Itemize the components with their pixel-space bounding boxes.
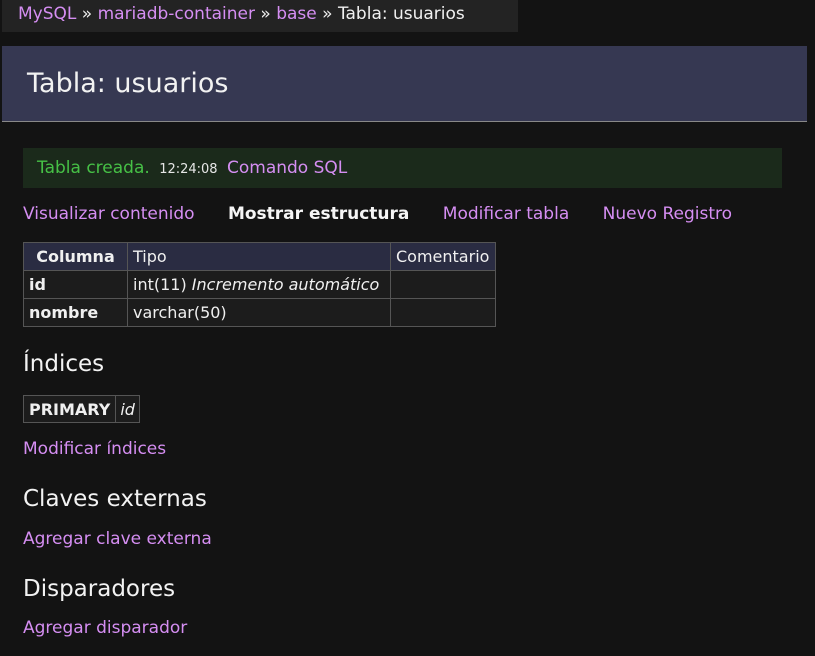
page-title: Tabla: usuarios — [27, 68, 229, 99]
breadcrumb-server-link[interactable]: mariadb-container — [98, 4, 255, 24]
add-foreign-key-link[interactable]: Agregar clave externa — [23, 529, 212, 549]
add-trigger-link[interactable]: Agregar disparador — [23, 618, 187, 638]
column-type: int(11) Incremento automático — [127, 270, 391, 299]
column-header-type: Tipo — [127, 242, 391, 271]
column-comment — [390, 298, 496, 327]
index-columns: id — [115, 395, 140, 423]
column-header-comment: Comentario — [390, 242, 496, 271]
status-message: Tabla creada. 12:24:08 Comando SQL — [23, 148, 782, 188]
column-name: id — [23, 270, 128, 299]
breadcrumb-database-link[interactable]: base — [276, 4, 317, 24]
column-extra: Incremento automático — [191, 275, 380, 294]
table-row: id int(11) Incremento automático — [23, 270, 496, 299]
breadcrumb: MySQL » mariadb-container » base » Tabla… — [2, 0, 518, 32]
triggers-heading: Disparadores — [23, 576, 176, 602]
alter-indexes-link[interactable]: Modificar índices — [23, 439, 166, 459]
table-row: nombre varchar(50) — [23, 298, 496, 327]
column-comment — [390, 270, 496, 299]
breadcrumb-separator: » — [81, 4, 93, 24]
alter-table-link[interactable]: Modificar tabla — [443, 204, 569, 224]
breadcrumb-current: Tabla: usuarios — [337, 4, 465, 24]
new-item-link[interactable]: Nuevo Registro — [603, 204, 732, 224]
table-menu: Visualizar contenido Mostrar estructura … — [23, 204, 760, 224]
breadcrumb-separator: » — [260, 4, 271, 24]
page-header: Tabla: usuarios — [2, 46, 807, 122]
column-type: varchar(50) — [127, 298, 391, 327]
column-name: nombre — [23, 298, 128, 327]
status-message-text: Tabla creada. — [37, 158, 150, 178]
column-type-value: varchar(50) — [133, 303, 227, 322]
column-type-value: int(11) — [133, 275, 187, 294]
show-structure-tab: Mostrar estructura — [227, 204, 410, 224]
status-message-time: 12:24:08 — [159, 162, 218, 177]
sql-command-link[interactable]: Comando SQL — [227, 158, 347, 178]
breadcrumb-separator: » — [322, 4, 333, 24]
index-type: PRIMARY — [22, 395, 117, 423]
foreign-keys-heading: Claves externas — [23, 486, 207, 512]
table-header-row: Columna Tipo Comentario — [23, 242, 496, 271]
breadcrumb-mysql-link[interactable]: MySQL — [18, 4, 76, 24]
structure-table: Columna Tipo Comentario id int(11) Incre… — [23, 242, 496, 327]
indexes-heading: Índices — [23, 351, 105, 377]
column-header-name: Columna — [23, 242, 128, 271]
table-row: PRIMARY id — [22, 395, 140, 423]
indexes-table: PRIMARY id — [22, 395, 140, 423]
view-content-link[interactable]: Visualizar contenido — [23, 204, 195, 224]
